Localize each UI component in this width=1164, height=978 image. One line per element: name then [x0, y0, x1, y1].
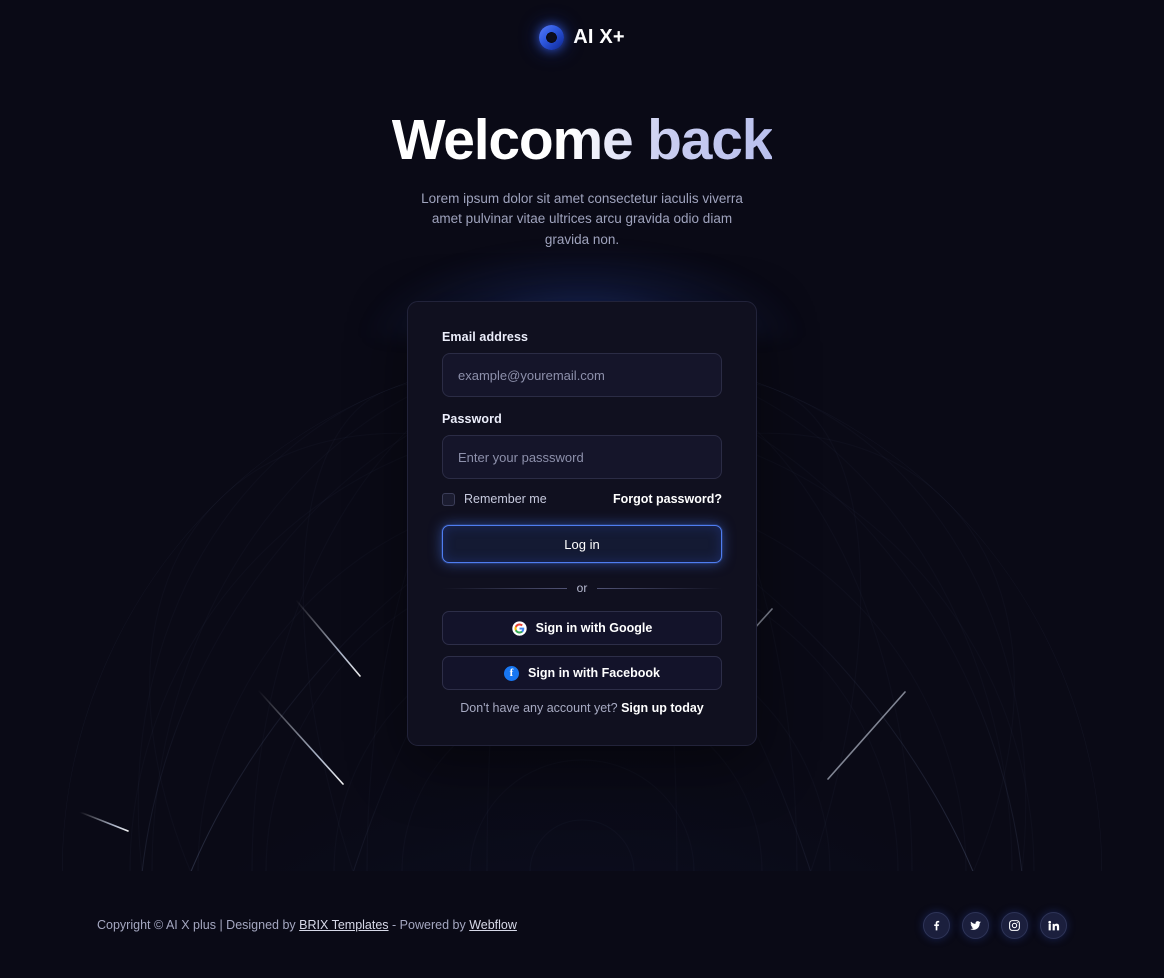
- forgot-password-link[interactable]: Forgot password?: [613, 492, 722, 506]
- google-icon: [511, 620, 527, 636]
- password-field-group: Password: [442, 412, 722, 480]
- linkedin-icon: [1048, 920, 1060, 930]
- footer-social-links: [923, 911, 1067, 939]
- email-label: Email address: [442, 330, 529, 345]
- signup-row: Don't have any account yet? Sign up toda…: [442, 701, 722, 715]
- twitter-icon: [970, 920, 981, 930]
- divider-or: or: [442, 581, 723, 596]
- email-field-group: Email address: [442, 330, 722, 398]
- hero-section: Welcome back Lorem ipsum dolor sit amet …: [0, 108, 1164, 250]
- facebook-icon: [934, 920, 940, 930]
- remember-me-label: Remember me: [464, 492, 547, 507]
- brand-name: AI X+: [573, 25, 625, 48]
- signup-link[interactable]: Sign up today: [621, 701, 704, 715]
- copyright-text: Copyright © AI X plus | Designed by BRIX…: [97, 918, 517, 932]
- twitter-social-button[interactable]: [962, 911, 989, 939]
- login-button[interactable]: Log in: [442, 525, 722, 564]
- login-card: Email address Password Remember me Forgo…: [407, 301, 757, 747]
- password-label: Password: [442, 412, 502, 427]
- facebook-signin-label: Sign in with Facebook: [528, 666, 660, 681]
- remember-me-checkbox[interactable]: [442, 492, 455, 506]
- facebook-social-button[interactable]: [923, 911, 950, 939]
- divider-label: or: [576, 581, 588, 596]
- copyright-middle: - Powered by: [392, 918, 466, 932]
- divider-line-right: [597, 587, 723, 589]
- remember-me-control[interactable]: Remember me: [442, 492, 547, 506]
- divider-line-left: [442, 587, 567, 589]
- instagram-social-button[interactable]: [1001, 911, 1028, 939]
- signup-prompt: Don't have any account yet?: [460, 701, 618, 716]
- google-signin-button[interactable]: Sign in with Google: [442, 611, 722, 646]
- brix-templates-link[interactable]: BRIX Templates: [299, 918, 388, 932]
- page-subtitle: Lorem ipsum dolor sit amet consectetur i…: [421, 190, 743, 247]
- google-signin-label: Sign in with Google: [535, 621, 653, 636]
- email-input[interactable]: [442, 353, 722, 398]
- brand-header: AI X+: [0, 0, 1164, 58]
- page-footer: Copyright © AI X plus | Designed by BRIX…: [0, 872, 1164, 978]
- password-input[interactable]: [442, 435, 722, 480]
- form-options-row: Remember me Forgot password?: [442, 492, 722, 506]
- page-title: Welcome back: [391, 108, 774, 172]
- ai-orb-logo-icon: [539, 24, 565, 50]
- facebook-signin-button[interactable]: f Sign in with Facebook: [442, 656, 722, 691]
- instagram-icon: [1009, 919, 1020, 931]
- linkedin-social-button[interactable]: [1040, 911, 1067, 939]
- facebook-icon: f: [504, 665, 520, 681]
- copyright-prefix: Copyright © AI X plus | Designed by: [97, 918, 296, 932]
- webflow-link[interactable]: Webflow: [469, 918, 517, 932]
